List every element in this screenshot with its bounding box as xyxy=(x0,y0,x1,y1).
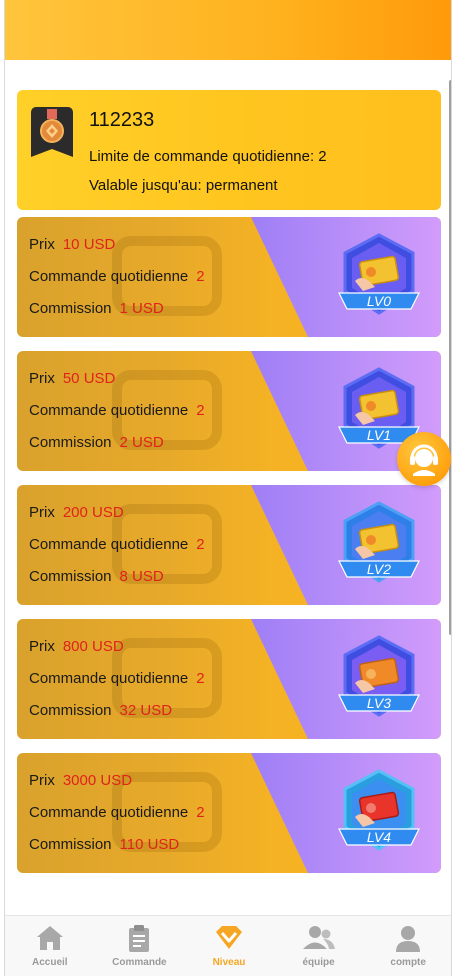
commission-row: Commission 32 USD xyxy=(29,702,172,719)
tab-label: Niveau xyxy=(212,957,246,968)
orders-value: 2 xyxy=(196,536,205,553)
tab-team[interactable]: équipe xyxy=(274,916,364,976)
user-icon xyxy=(396,926,421,952)
level-card-lv3[interactable]: Prix 800 USD Commande quotidienne 2 Commis… xyxy=(17,619,441,739)
orders-label: Commande quotidienne xyxy=(29,402,189,419)
commission-row: Commission 1 USD xyxy=(29,300,164,317)
team-icon xyxy=(302,926,335,949)
orders-row: Commande quotidienne 2 xyxy=(29,402,205,419)
tab-label: équipe xyxy=(302,957,335,968)
orders-label: Commande quotidienne xyxy=(29,804,189,821)
commission-value: 1 USD xyxy=(119,300,164,317)
tab-home[interactable]: Accueil xyxy=(5,916,95,976)
orders-value: 2 xyxy=(196,670,205,687)
customer-support-button[interactable] xyxy=(397,432,451,486)
tab-level[interactable]: Niveau xyxy=(184,916,274,976)
price-value: 10 USD xyxy=(62,236,116,253)
orders-value: 2 xyxy=(196,268,205,285)
commission-value: 2 USD xyxy=(119,434,164,451)
price-label: Prix xyxy=(29,504,55,521)
price-row: Prix 10 USD xyxy=(29,236,115,253)
app-frame: 112233 Limite de commande quotidienne: 2… xyxy=(4,0,452,976)
orders-row: Commande quotidienne 2 xyxy=(29,268,205,285)
commission-label: Commission xyxy=(29,568,112,585)
price-label: Prix xyxy=(29,370,55,387)
level-card-lv2[interactable]: Prix 200 USD Commande quotidienne 2 Commis… xyxy=(17,485,441,605)
headset-icon xyxy=(410,444,438,476)
level-name: LV1 xyxy=(367,427,391,443)
tab-label: Accueil xyxy=(32,957,68,968)
home-icon xyxy=(36,926,63,950)
price-row: Prix 3000 USD xyxy=(29,772,132,789)
commission-value: 110 USD xyxy=(119,836,180,853)
price-label: Prix xyxy=(29,772,55,789)
commission-label: Commission xyxy=(29,434,112,451)
price-label: Prix xyxy=(29,638,55,655)
price-row: Prix 50 USD xyxy=(29,370,115,387)
orders-row: Commande quotidienne 2 xyxy=(29,536,205,553)
scrollbar[interactable] xyxy=(449,80,451,635)
price-row: Prix 200 USD xyxy=(29,504,124,521)
level-page[interactable]: 112233 Limite de commande quotidienne: 2… xyxy=(5,60,451,915)
account-card: 112233 Limite de commande quotidienne: 2… xyxy=(17,90,441,210)
orders-label: Commande quotidienne xyxy=(29,536,189,553)
orders-value: 2 xyxy=(196,402,205,419)
commission-label: Commission xyxy=(29,836,112,853)
tab-account[interactable]: compte xyxy=(363,916,451,976)
level-card-lv1[interactable]: Prix 50 USD Commande quotidienne 2 Commiss… xyxy=(17,351,441,471)
validity-text: Valable jusqu'au: permanent xyxy=(89,177,278,194)
price-value: 800 USD xyxy=(62,638,124,655)
daily-limit-text: Limite de commande quotidienne: 2 xyxy=(89,148,327,165)
commission-row: Commission 2 USD xyxy=(29,434,164,451)
commission-row: Commission 8 USD xyxy=(29,568,164,585)
level-name: LV3 xyxy=(367,695,391,711)
tab-label: compte xyxy=(390,957,426,968)
commission-label: Commission xyxy=(29,702,112,719)
level-badge-icon: LV4 xyxy=(338,769,420,851)
price-value: 50 USD xyxy=(62,370,116,387)
level-badge-icon: LV2 xyxy=(338,501,420,583)
orders-label: Commande quotidienne xyxy=(29,670,189,687)
level-badge-icon: LV0 xyxy=(338,233,420,315)
diamond-icon xyxy=(215,926,242,949)
clipboard-icon xyxy=(129,925,150,952)
orders-row: Commande quotidienne 2 xyxy=(29,670,205,687)
tab-orders[interactable]: Commande xyxy=(95,916,185,976)
price-label: Prix xyxy=(29,236,55,253)
level-badge-icon: LV3 xyxy=(338,635,420,717)
commission-value: 8 USD xyxy=(119,568,164,585)
commission-row: Commission 110 USD xyxy=(29,836,179,853)
price-row: Prix 800 USD xyxy=(29,638,124,655)
price-value: 200 USD xyxy=(62,504,124,521)
price-value: 3000 USD xyxy=(62,772,133,789)
commission-label: Commission xyxy=(29,300,112,317)
level-name: LV4 xyxy=(367,829,391,845)
level-name: LV2 xyxy=(367,561,391,577)
medal-badge-icon xyxy=(31,107,73,157)
tab-label: Commande xyxy=(112,957,167,968)
user-id: 112233 xyxy=(89,109,155,131)
orders-row: Commande quotidienne 2 xyxy=(29,804,205,821)
orders-label: Commande quotidienne xyxy=(29,268,189,285)
orders-value: 2 xyxy=(196,804,205,821)
level-name: LV0 xyxy=(367,293,391,309)
bottom-tab-bar: Accueil Commande Niveau équipe compte xyxy=(5,915,451,976)
commission-value: 32 USD xyxy=(119,702,173,719)
level-card-lv4[interactable]: Prix 3000 USD Commande quotidienne 2 Commi… xyxy=(17,753,441,873)
level-card-lv0[interactable]: Prix 10 USD Commande quotidienne 2 Commiss… xyxy=(17,217,441,337)
header-banner xyxy=(5,0,451,60)
